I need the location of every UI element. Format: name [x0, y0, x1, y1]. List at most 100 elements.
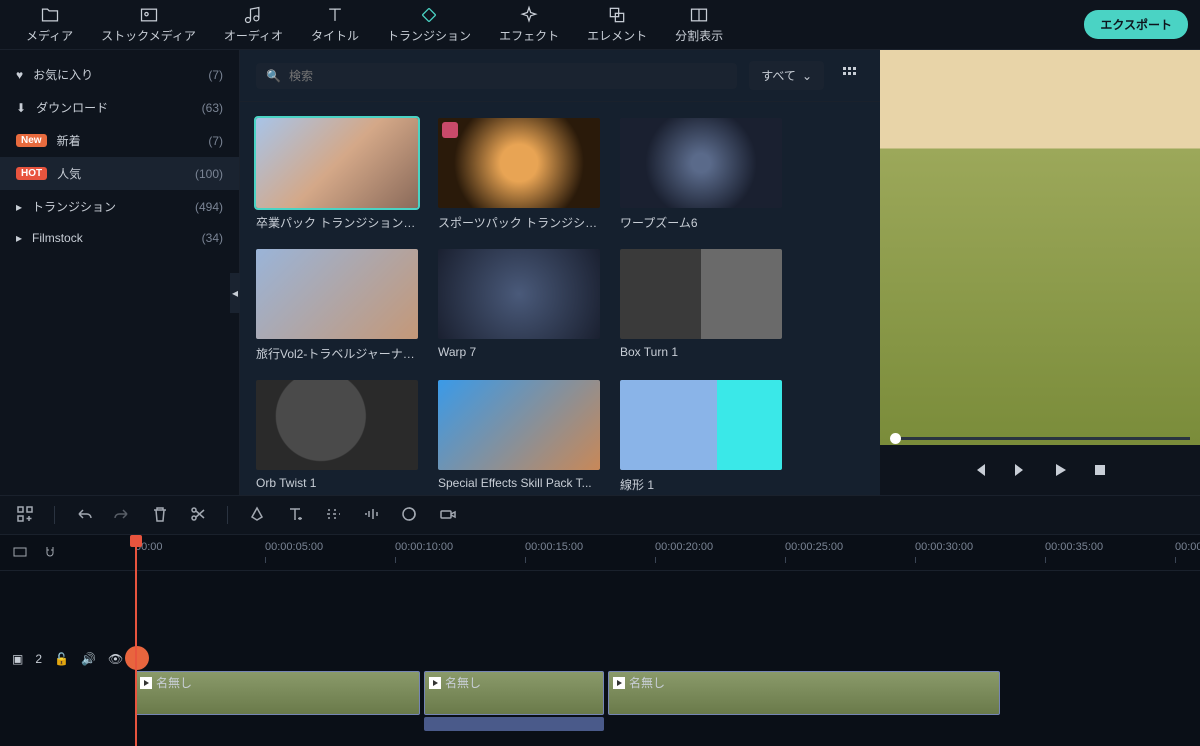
- sidebar-new[interactable]: New新着(7): [0, 124, 239, 157]
- speed-button[interactable]: [324, 505, 342, 526]
- transition-thumb[interactable]: Warp 7: [438, 249, 600, 362]
- playhead-handle[interactable]: [125, 646, 149, 670]
- next-frame-button[interactable]: [1012, 462, 1028, 478]
- sidebar-popular[interactable]: HOT人気(100): [0, 157, 239, 190]
- ruler-tick: 00:00:40: [1175, 541, 1200, 553]
- browser-panel: ◂ 🔍 すべて⌄ 卒業パック トランジション 02スポーツパック トランジション…: [240, 50, 880, 495]
- audio-button[interactable]: [362, 505, 380, 526]
- nav-title[interactable]: タイトル: [297, 1, 373, 48]
- redo-button[interactable]: [113, 505, 131, 526]
- chevron-down-icon: ⌄: [802, 69, 812, 83]
- nav-split[interactable]: 分割表示: [661, 1, 737, 48]
- video-track-icon[interactable]: ▣: [12, 652, 23, 666]
- sidebar-downloads[interactable]: ⬇ダウンロード(63): [0, 91, 239, 124]
- ruler-tick: 00:00:25:00: [785, 541, 843, 553]
- thumb-label: スポーツパック トランジション 05: [438, 214, 600, 231]
- ruler-tick: 00:00:15:00: [525, 541, 583, 553]
- nav-media[interactable]: メディア: [12, 1, 87, 48]
- export-button[interactable]: エクスポート: [1084, 10, 1188, 39]
- split-button[interactable]: [189, 505, 207, 526]
- collapse-handle[interactable]: ◂: [230, 273, 240, 313]
- top-nav: メディア ストックメディア オーディオ タイトル トランジション エフェクト エ…: [0, 0, 1200, 50]
- text-button[interactable]: [286, 505, 304, 526]
- transition-thumb[interactable]: Orb Twist 1: [256, 380, 418, 493]
- mute-icon[interactable]: 🔊: [81, 652, 96, 666]
- clip-label: 名無し: [629, 674, 665, 691]
- transition-thumb[interactable]: Special Effects Skill Pack T...: [438, 380, 600, 493]
- chevron-right-icon: ▸: [16, 231, 22, 245]
- transition-thumb[interactable]: 卒業パック トランジション 02: [256, 118, 418, 231]
- thumb-label: ワープズーム6: [620, 214, 782, 231]
- ruler-tick: 00:00:10:00: [395, 541, 453, 553]
- clip-label: 名無し: [156, 674, 192, 691]
- search-input[interactable]: [289, 69, 727, 83]
- hot-badge: HOT: [16, 167, 47, 180]
- nav-audio[interactable]: オーディオ: [210, 1, 297, 48]
- timeline: 00:0000:00:05:0000:00:10:0000:00:15:0000…: [0, 535, 1200, 746]
- premium-badge: [442, 122, 458, 138]
- ruler-tick: 00:00:05:00: [265, 541, 323, 553]
- transition-thumb[interactable]: スポーツパック トランジション 05: [438, 118, 600, 231]
- crop-button[interactable]: [248, 505, 266, 526]
- transition-thumb[interactable]: ワープズーム6: [620, 118, 782, 231]
- nav-stock[interactable]: ストックメディア: [87, 1, 210, 48]
- undo-button[interactable]: [75, 505, 93, 526]
- add-marker-button[interactable]: [16, 505, 34, 526]
- transition-thumb[interactable]: Box Turn 1: [620, 249, 782, 362]
- magnet-button[interactable]: [42, 544, 58, 563]
- clips-container: 名無し 名無し 名無し: [135, 671, 1200, 723]
- thumb-label: 旅行Vol2-トラベルジャーナル...: [256, 345, 418, 362]
- clip-label: 名無し: [445, 674, 481, 691]
- play-icon: [613, 677, 625, 689]
- sidebar-transitions[interactable]: ▸トランジション(494): [0, 190, 239, 223]
- audio-segment[interactable]: [424, 717, 604, 731]
- chevron-right-icon: ▸: [16, 200, 22, 214]
- transition-thumb[interactable]: 線形 1: [620, 380, 782, 493]
- category-sidebar: ♥お気に入り(7) ⬇ダウンロード(63) New新着(7) HOT人気(100…: [0, 50, 240, 495]
- play-button[interactable]: [1052, 462, 1068, 478]
- play-icon: [429, 677, 441, 689]
- thumb-label: Orb Twist 1: [256, 476, 418, 490]
- thumb-label: Special Effects Skill Pack T...: [438, 476, 600, 490]
- ruler-tick: 00:00:35:00: [1045, 541, 1103, 553]
- nav-transition[interactable]: トランジション: [373, 1, 485, 48]
- stop-button[interactable]: [1092, 462, 1108, 478]
- nav-effect[interactable]: エフェクト: [485, 1, 573, 48]
- play-icon: [140, 677, 152, 689]
- timeline-clip[interactable]: 名無し: [608, 671, 1000, 715]
- nav-element[interactable]: エレメント: [573, 1, 661, 48]
- thumb-label: Warp 7: [438, 345, 600, 359]
- preview-video[interactable]: [880, 50, 1200, 445]
- transition-thumb[interactable]: 旅行Vol2-トラベルジャーナル...: [256, 249, 418, 362]
- track-number: 2: [35, 652, 42, 666]
- heart-icon: ♥: [16, 68, 23, 82]
- track-header: ▣ 2 🔓 🔊 👁: [0, 571, 135, 746]
- search-icon: 🔍: [266, 69, 281, 83]
- download-icon: ⬇: [16, 101, 26, 115]
- sidebar-favorites[interactable]: ♥お気に入り(7): [0, 58, 239, 91]
- delete-button[interactable]: [151, 505, 169, 526]
- timeline-toolbar: [0, 495, 1200, 535]
- zoom-fit-button[interactable]: [12, 544, 28, 563]
- prev-frame-button[interactable]: [972, 462, 988, 478]
- new-badge: New: [16, 134, 47, 147]
- thumb-label: 線形 1: [620, 476, 782, 493]
- thumbnail-grid: 卒業パック トランジション 02 スポーツパック トランジション 05 ワープズーム…: [240, 102, 880, 495]
- preview-panel: [880, 50, 1200, 495]
- thumb-label: Box Turn 1: [620, 345, 782, 359]
- grid-view-button[interactable]: [836, 60, 864, 91]
- playhead[interactable]: [135, 535, 137, 746]
- thumb-label: 卒業パック トランジション 02: [256, 214, 418, 231]
- record-button[interactable]: [438, 505, 456, 526]
- visibility-icon[interactable]: 👁: [108, 652, 123, 666]
- timeline-ruler[interactable]: 00:0000:00:05:0000:00:10:0000:00:15:0000…: [0, 535, 1200, 571]
- lock-icon[interactable]: 🔓: [54, 652, 69, 666]
- color-button[interactable]: [400, 505, 418, 526]
- timeline-clip[interactable]: 名無し: [424, 671, 604, 715]
- timeline-clip[interactable]: 名無し: [135, 671, 420, 715]
- search-box[interactable]: 🔍: [256, 63, 737, 89]
- sidebar-filmstock[interactable]: ▸Filmstock(34): [0, 223, 239, 253]
- preview-scrubber[interactable]: [890, 437, 1190, 440]
- ruler-tick: 00:00:30:00: [915, 541, 973, 553]
- filter-dropdown[interactable]: すべて⌄: [749, 61, 824, 90]
